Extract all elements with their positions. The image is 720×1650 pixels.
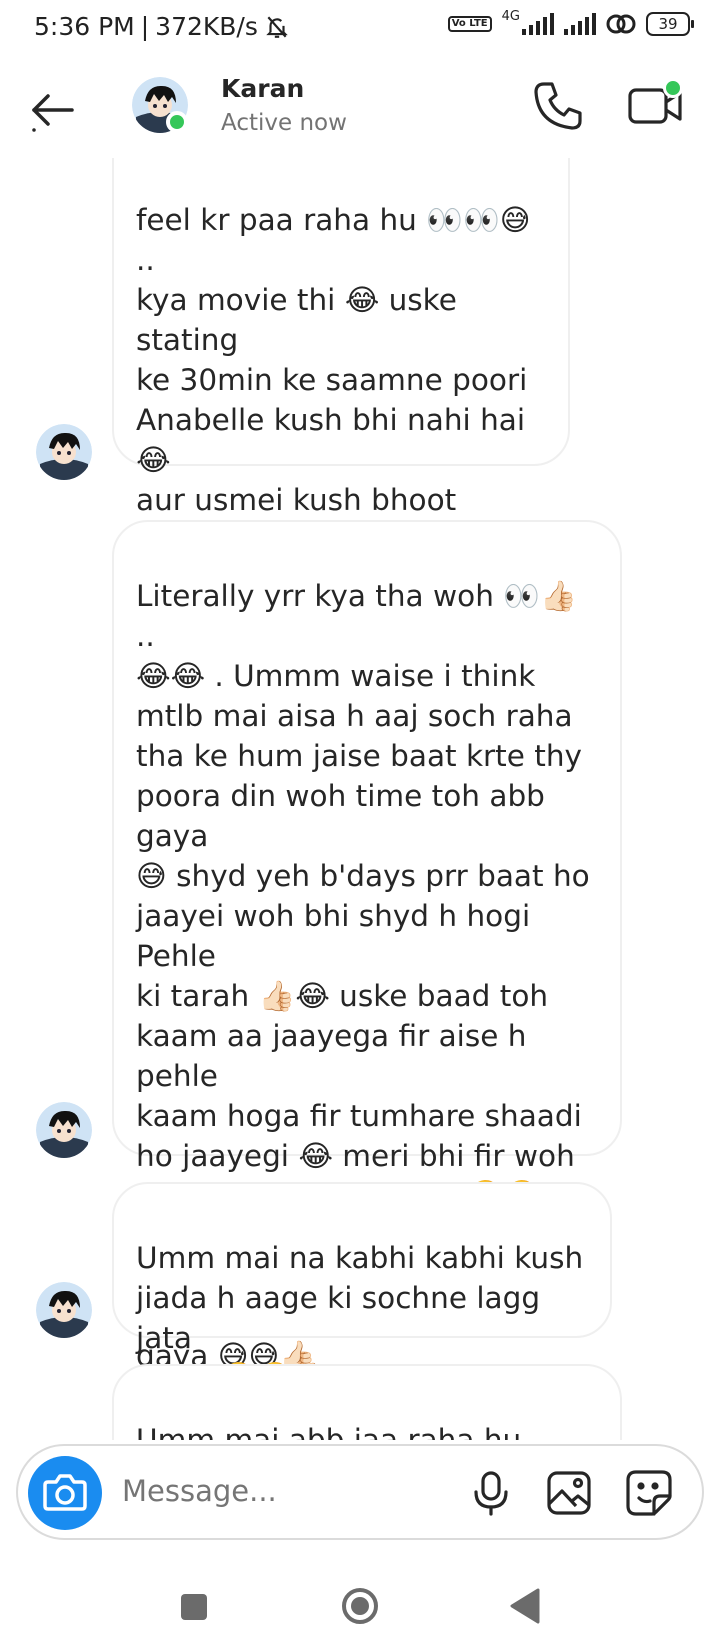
video-online-dot xyxy=(663,78,683,98)
arrow-left-icon[interactable] xyxy=(28,84,80,136)
home-button-icon[interactable] xyxy=(340,1586,380,1626)
status-time: 5:36 PM xyxy=(34,12,135,41)
status-left: 5:36 PM | 372KB/s xyxy=(34,12,290,41)
status-bar: 5:36 PM | 372KB/s Vo LTE 4G 39 xyxy=(0,0,720,56)
recents-button[interactable] xyxy=(181,1594,207,1620)
contact-name[interactable]: Karan xyxy=(221,74,304,103)
message-bubble[interactable]: Umm mai abb jaa raha hu sone 😅😂 byeeeeee… xyxy=(112,1364,622,1440)
microphone-icon[interactable] xyxy=(468,1470,514,1516)
message-input[interactable] xyxy=(122,1474,422,1508)
message-bubble[interactable]: feel kr paa raha hu 👀👀😅 .. kya movie thi… xyxy=(112,158,570,717)
avatar[interactable] xyxy=(36,424,92,480)
camera-icon xyxy=(43,1474,87,1511)
network-type: 4G xyxy=(501,8,520,24)
battery-icon: 39 xyxy=(646,12,694,36)
back-triangle-icon[interactable] xyxy=(508,1588,540,1624)
volte-icon: Vo LTE xyxy=(447,16,492,32)
status-separator: | xyxy=(140,12,150,41)
phone-icon[interactable] xyxy=(530,78,586,134)
camera-button[interactable] xyxy=(28,1456,102,1530)
online-status-dot xyxy=(166,111,188,133)
status-speed: 372KB/s xyxy=(155,12,258,41)
signal-icon xyxy=(522,13,554,35)
message-list[interactable]: feel kr paa raha hu 👀👀😅 .. kya movie thi… xyxy=(0,158,720,1440)
message-bubble[interactable]: Literally yrr kya tha woh 👀👍🏻 .. 😂😂 . Um… xyxy=(112,520,622,1373)
contact-status: Active now xyxy=(221,110,347,136)
image-icon[interactable] xyxy=(546,1470,592,1516)
system-navigation-bar xyxy=(0,1560,720,1650)
avatar[interactable] xyxy=(36,1102,92,1158)
link-icon xyxy=(606,14,636,34)
message-bubble[interactable]: Umm mai na kabhi kabhi kush jiada h aage… xyxy=(112,1182,612,1395)
chat-header: Karan Active now xyxy=(0,56,720,158)
signal-2-icon xyxy=(564,13,596,35)
message-text: Umm mai abb jaa raha hu sone 😅😂 byeeeeee… xyxy=(136,1423,522,1440)
bell-muted-icon xyxy=(266,16,288,38)
status-right: Vo LTE 4G 39 xyxy=(447,8,694,36)
sticker-icon[interactable] xyxy=(624,1468,674,1518)
avatar[interactable] xyxy=(36,1282,92,1338)
message-composer xyxy=(16,1444,704,1540)
